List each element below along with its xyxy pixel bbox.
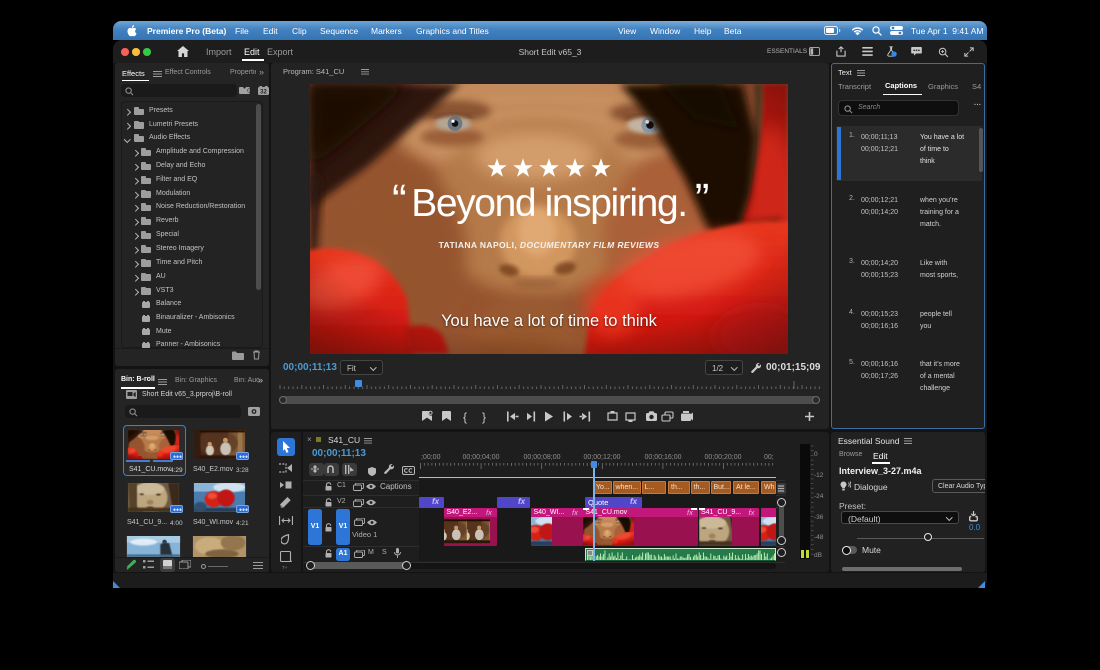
svg-text:}: }	[482, 410, 486, 424]
svg-text:32: 32	[260, 90, 267, 96]
svg-text:{: {	[463, 410, 467, 424]
